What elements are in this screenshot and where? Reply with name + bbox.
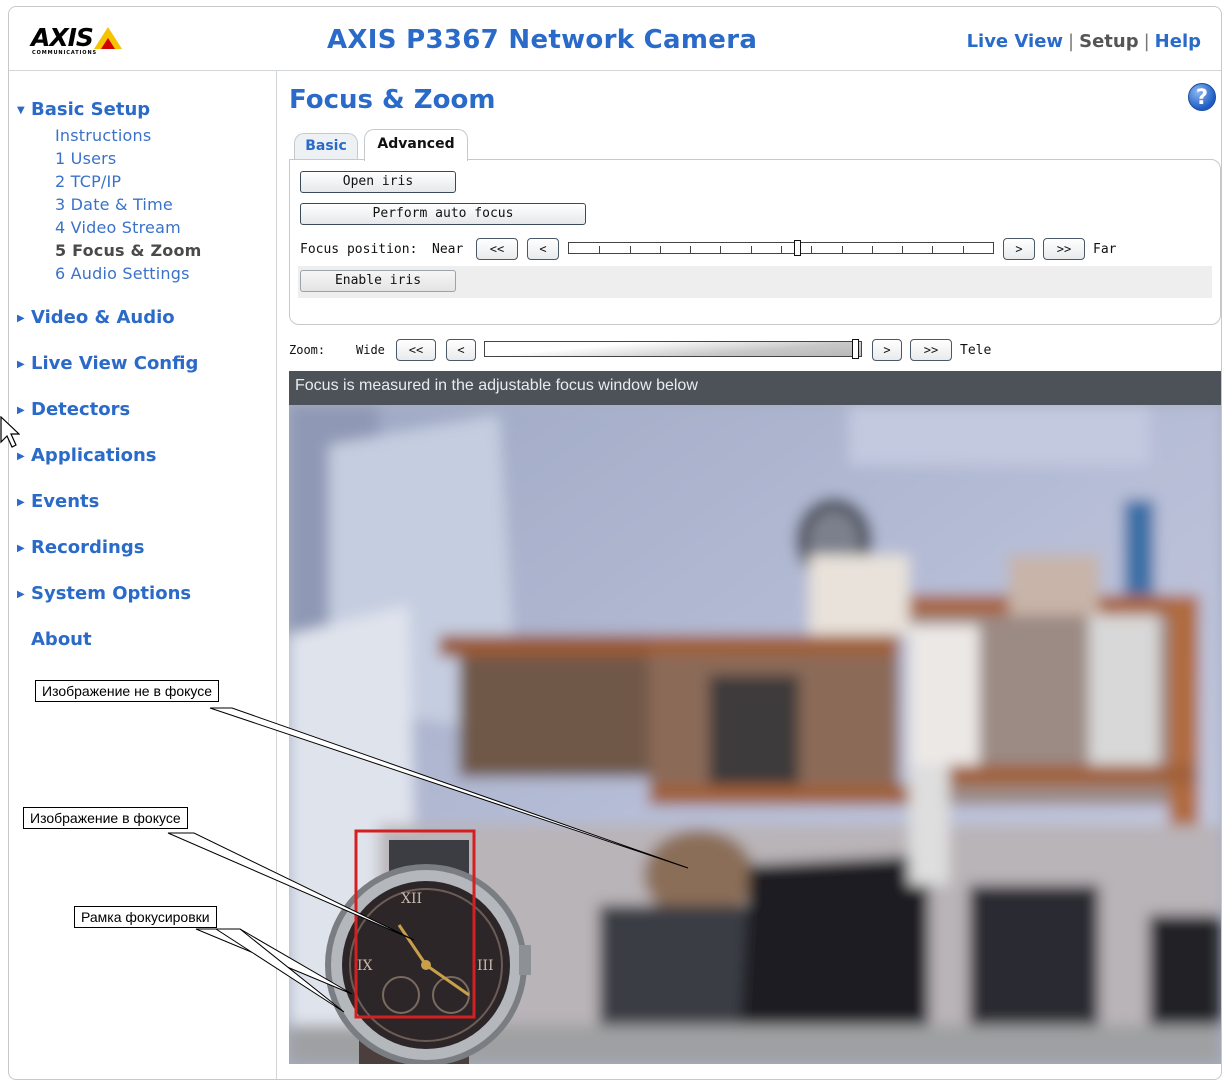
sidebar-section-label: Events <box>31 491 100 512</box>
focus-fast-near-button[interactable]: << <box>476 238 518 260</box>
live-video-view[interactable]: Focus is measured in the adjustable focu… <box>289 371 1221 1064</box>
collapsed-arrow-icon: ▶ <box>17 589 25 600</box>
focus-near-label: Near <box>432 242 464 257</box>
setup-link[interactable]: Setup <box>1079 31 1138 52</box>
focus-slider[interactable] <box>568 240 994 256</box>
sidebar-item-instructions[interactable]: Instructions <box>55 126 151 145</box>
top-nav: Live View | Setup | Help <box>967 31 1201 52</box>
zoom-label: Zoom: <box>289 343 326 357</box>
help-link[interactable]: Help <box>1155 31 1201 52</box>
page-header-title: AXIS P3367 Network Camera <box>327 25 758 55</box>
mouse-cursor-icon <box>0 416 20 448</box>
sidebar-item-users[interactable]: 1 Users <box>55 149 116 168</box>
focus-far-label: Far <box>1093 242 1117 257</box>
sidebar-item-audio-settings[interactable]: 6 Audio Settings <box>55 264 190 283</box>
collapsed-arrow-icon: ▶ <box>17 313 25 324</box>
sidebar-about-link[interactable]: About <box>17 629 92 650</box>
collapsed-arrow-icon: ▶ <box>17 497 25 508</box>
focus-slider-tick <box>872 246 873 254</box>
zoom-slider-thumb[interactable] <box>852 339 859 359</box>
iris-row: Enable iris <box>298 266 1212 298</box>
svg-text:XII: XII <box>401 891 422 907</box>
sidebar-item-focus-zoom[interactable]: 5 Focus & Zoom <box>55 241 202 260</box>
focus-slider-tick <box>690 246 691 254</box>
focus-slider-tick <box>630 246 631 254</box>
zoom-fast-tele-button[interactable]: >> <box>910 339 952 361</box>
zoom-slider-fill <box>485 342 857 356</box>
sidebar-section-label: Basic Setup <box>31 99 151 120</box>
header: AXIS COMMUNICATIONS AXIS P3367 Network C… <box>9 7 1221 71</box>
sidebar-section-recordings[interactable]: ▶ Recordings <box>17 537 144 558</box>
callout-focus-frame: Рамка фокусировки <box>74 906 217 928</box>
sidebar-section-live-view-config[interactable]: ▶ Live View Config <box>17 353 198 374</box>
sidebar-section-label: Live View Config <box>31 353 199 374</box>
sidebar-section-label: About <box>31 629 92 650</box>
collapsed-arrow-icon: ▶ <box>17 543 25 554</box>
nav-separator: | <box>1068 31 1075 52</box>
sidebar-section-basic-setup[interactable]: ▼ Basic Setup <box>17 99 150 120</box>
zoom-step-tele-button[interactable]: > <box>872 339 902 361</box>
focus-position-label: Focus position: <box>300 242 418 257</box>
callout-out-of-focus: Изображение не в фокусе <box>35 680 220 702</box>
focus-slider-tick <box>811 246 812 254</box>
zoom-tele-label: Tele <box>960 343 992 358</box>
focus-slider-tick <box>842 246 843 254</box>
focus-slider-thumb[interactable] <box>794 240 801 256</box>
logo-triangle-red-icon <box>101 38 115 49</box>
focus-slider-tick <box>660 246 661 254</box>
logo-wordmark: AXIS <box>31 23 94 52</box>
zoom-fast-wide-button[interactable]: << <box>396 339 436 361</box>
camera-image: XII IX III <box>289 405 1221 1064</box>
collapsed-arrow-icon: ▶ <box>17 405 25 416</box>
sidebar-section-detectors[interactable]: ▶ Detectors <box>17 399 130 420</box>
focus-slider-tick <box>781 246 782 254</box>
main-content: Focus & Zoom ? Basic Advanced Open iris … <box>278 71 1221 1079</box>
sidebar-section-system-options[interactable]: ▶ System Options <box>17 583 191 604</box>
focus-slider-tick <box>902 246 903 254</box>
focus-fast-far-button[interactable]: >> <box>1043 238 1085 260</box>
sidebar-section-video-audio[interactable]: ▶ Video & Audio <box>17 307 175 328</box>
focus-slider-tick <box>963 246 964 254</box>
sidebar-section-label: System Options <box>31 583 192 604</box>
help-icon[interactable]: ? <box>1188 83 1216 111</box>
sidebar-section-label: Video & Audio <box>31 307 175 328</box>
enable-iris-button[interactable]: Enable iris <box>300 270 456 292</box>
collapsed-arrow-icon: ▶ <box>17 359 25 370</box>
sidebar-section-label: Applications <box>31 445 157 466</box>
collapsed-arrow-icon: ▶ <box>17 451 25 462</box>
axis-logo[interactable]: AXIS COMMUNICATIONS <box>31 23 131 57</box>
auto-focus-button[interactable]: Perform auto focus <box>300 203 586 225</box>
svg-text:IX: IX <box>357 958 373 974</box>
focus-slider-tick <box>932 246 933 254</box>
logo-subtitle: COMMUNICATIONS <box>32 50 98 56</box>
sidebar-item-date-time[interactable]: 3 Date & Time <box>55 195 173 214</box>
sidebar-section-label: Detectors <box>31 399 131 420</box>
zoom-slider[interactable] <box>484 341 862 357</box>
focus-step-near-button[interactable]: < <box>527 238 559 260</box>
page-title: Focus & Zoom <box>289 85 496 115</box>
focus-slider-tick <box>751 246 752 254</box>
focus-slider-tick <box>720 246 721 254</box>
sidebar-section-events[interactable]: ▶ Events <box>17 491 99 512</box>
sidebar: ▼ Basic Setup Instructions 1 Users 2 TCP/… <box>9 71 277 1079</box>
sidebar-section-label: Recordings <box>31 537 145 558</box>
zoom-wide-label: Wide <box>356 343 385 357</box>
nav-separator: | <box>1143 31 1150 52</box>
sidebar-item-tcp-ip[interactable]: 2 TCP/IP <box>55 172 121 191</box>
callout-in-focus: Изображение в фокусе <box>23 807 188 829</box>
video-caption-bar: Focus is measured in the adjustable focu… <box>289 371 1221 405</box>
video-caption: Focus is measured in the adjustable focu… <box>295 377 698 394</box>
svg-text:III: III <box>477 958 494 974</box>
focus-slider-tick <box>599 246 600 254</box>
sidebar-section-applications[interactable]: ▶ Applications <box>17 445 157 466</box>
advanced-panel: Open iris Perform auto focus Focus posit… <box>289 159 1221 325</box>
sidebar-item-video-stream[interactable]: 4 Video Stream <box>55 218 181 237</box>
expanded-arrow-icon: ▼ <box>17 105 25 116</box>
live-view-link[interactable]: Live View <box>967 31 1063 52</box>
zoom-step-wide-button[interactable]: < <box>446 339 476 361</box>
focus-step-far-button[interactable]: > <box>1003 238 1035 260</box>
tab-basic[interactable]: Basic <box>294 133 358 159</box>
open-iris-button[interactable]: Open iris <box>300 171 456 193</box>
tab-advanced[interactable]: Advanced <box>364 129 468 161</box>
